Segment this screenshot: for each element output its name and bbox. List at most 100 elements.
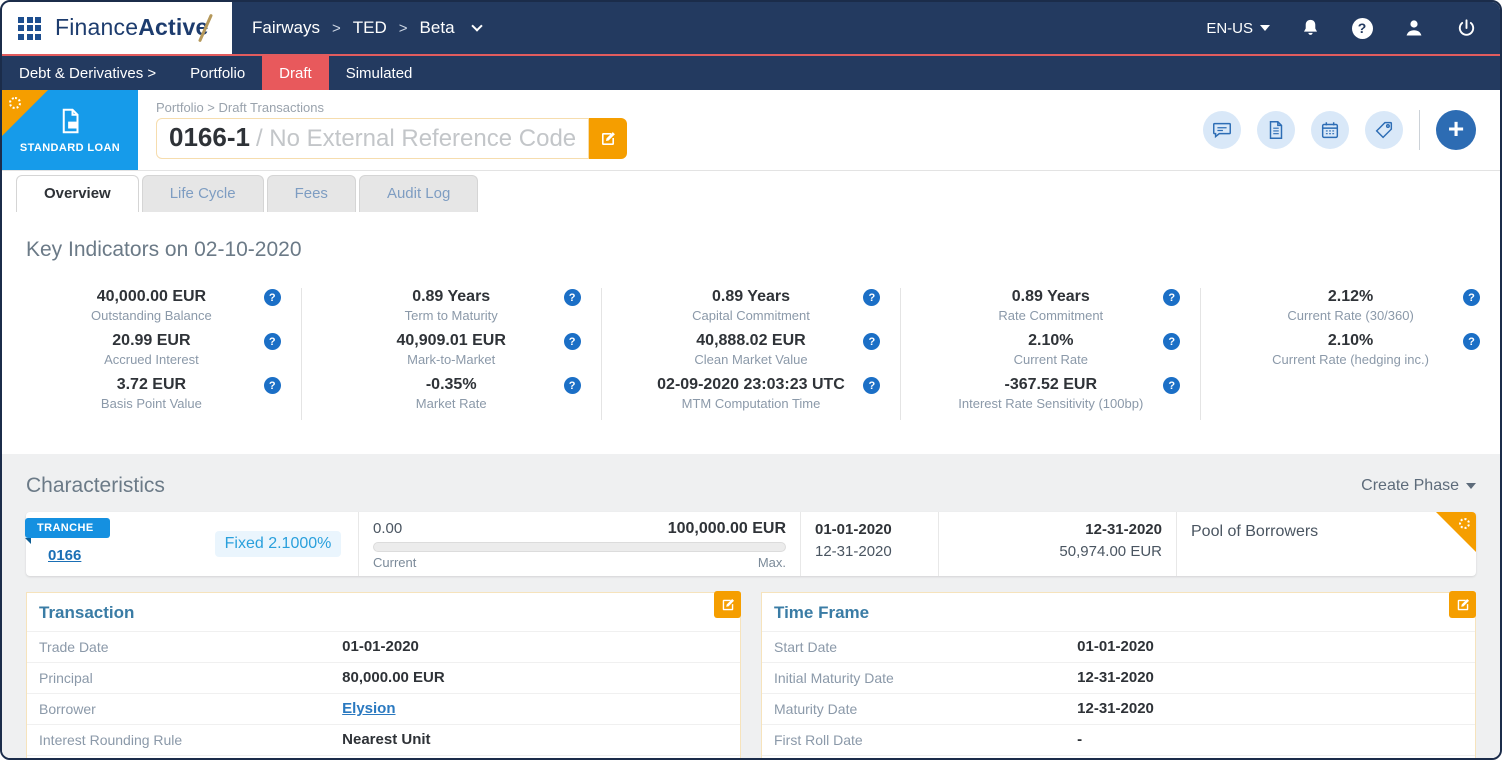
edit-title-button[interactable] [589, 118, 628, 159]
edit-time-frame-button[interactable] [1449, 591, 1476, 618]
help-icon[interactable] [1462, 333, 1480, 350]
top-bar: FinanceActive Fairways > TED > Beta EN-U… [2, 2, 1500, 56]
ki-column-3: 0.89 Years Capital Commitment 40,888.02 … [602, 288, 902, 420]
help-icon[interactable] [863, 377, 881, 394]
tranche-badge: TRANCHE [25, 518, 110, 544]
help-icon[interactable] [863, 333, 881, 350]
calendar-button[interactable] [1311, 111, 1349, 149]
table-row: Calendars Target [762, 755, 1475, 758]
help-icon[interactable] [563, 377, 581, 394]
ki-term-to-maturity: 0.89 Years Term to Maturity [310, 288, 593, 323]
create-phase-dropdown[interactable]: Create Phase [1361, 477, 1476, 495]
ki-current-rate-30-360: 2.12% Current Rate (30/360) [1209, 288, 1492, 323]
table-row: Borrower Elysion [27, 693, 740, 724]
module-nav: Debt & Derivatives > Portfolio Draft Sim… [2, 56, 1500, 90]
current-label: Current [373, 555, 417, 570]
tranche-start-date: 01-01-2020 [815, 521, 892, 538]
breadcrumb-beta[interactable]: Beta [420, 18, 455, 38]
documents-button[interactable] [1257, 111, 1295, 149]
ki-current-rate: 2.10% Current Rate [909, 332, 1192, 367]
logout-power-icon[interactable] [1454, 16, 1478, 40]
caret-down-icon [1466, 483, 1476, 489]
ki-interest-rate-sensitivity: -367.52 EUR Interest Rate Sensitivity (1… [909, 376, 1192, 411]
calendar-icon [1321, 122, 1339, 139]
tranche-rate-cell: Fixed 2.1000% [198, 512, 358, 576]
nav-item-simulated[interactable]: Simulated [329, 56, 430, 90]
table-row: First Roll Date - [762, 724, 1475, 755]
help-icon[interactable] [563, 333, 581, 350]
max-amount: 100,000.00 EUR [667, 520, 786, 537]
caret-down-icon [1260, 25, 1270, 31]
title-box: 0166-1 / No External Reference Code [156, 118, 590, 159]
title-block: Portfolio > Draft Transactions 0166-1 / … [138, 90, 628, 170]
help-icon[interactable] [1462, 289, 1480, 306]
breadcrumb-separator: > [398, 19, 408, 37]
ki-mtm-computation-time: 02-09-2020 23:03:23 UTC MTM Computation … [610, 376, 893, 411]
tranche-id-link[interactable]: 0166 [48, 547, 198, 564]
loan-document-icon [62, 108, 79, 134]
ki-column-4: 0.89 Years Rate Commitment 2.10% Current… [901, 288, 1202, 420]
eu-flag-icon [9, 97, 21, 109]
document-icon [1269, 121, 1283, 139]
user-account-icon[interactable] [1402, 16, 1426, 40]
language-selector[interactable]: EN-US [1206, 20, 1270, 37]
nav-item-portfolio[interactable]: Portfolio [173, 56, 262, 90]
fixed-rate-pill: Fixed 2.1000% [214, 531, 342, 557]
edit-icon [722, 598, 734, 610]
ki-outstanding-balance: 40,000.00 EUR Outstanding Balance [10, 288, 293, 323]
breadcrumb-ted[interactable]: TED [353, 18, 387, 38]
ki-column-1: 40,000.00 EUR Outstanding Balance 20.99 … [2, 288, 302, 420]
nav-item-debt-derivatives[interactable]: Debt & Derivatives > [2, 56, 173, 90]
table-row: Initial Maturity Date 12-31-2020 [762, 662, 1475, 693]
corner-flag [2, 90, 48, 136]
ki-current-rate-hedging: 2.10% Current Rate (hedging inc.) [1209, 332, 1492, 367]
tranche-maturity-date: 12-31-2020 [1085, 521, 1162, 538]
borrower-link[interactable]: Elysion [342, 700, 395, 717]
page-breadcrumb: Portfolio > Draft Transactions [156, 100, 324, 115]
help-icon[interactable] [263, 333, 281, 350]
add-button[interactable] [1436, 110, 1476, 150]
tranche-id-cell: TRANCHE 0166 [25, 512, 198, 576]
tab-life-cycle[interactable]: Life Cycle [141, 175, 264, 212]
edit-icon [602, 131, 616, 145]
key-indicators-title: Key Indicators on 02-10-2020 [26, 238, 302, 261]
comments-button[interactable] [1203, 111, 1241, 149]
tranche-borrower-cell: Pool of Borrowers [1176, 512, 1476, 576]
help-icon[interactable] [863, 289, 881, 306]
breadcrumb-fairways[interactable]: Fairways [252, 18, 320, 38]
tab-fees[interactable]: Fees [266, 175, 356, 212]
chevron-down-icon[interactable] [470, 20, 483, 32]
tranche-maturity-cell: 12-31-2020 50,974.00 EUR [938, 512, 1176, 576]
app-launcher-icon[interactable] [18, 16, 41, 40]
help-icon[interactable] [1350, 16, 1374, 40]
transaction-title: Transaction [39, 603, 135, 622]
transaction-id: 0166-1 [169, 122, 250, 152]
nav-item-draft[interactable]: Draft [262, 56, 329, 90]
brand-logo: FinanceActive [55, 13, 214, 43]
help-icon[interactable] [1163, 377, 1181, 394]
help-icon[interactable] [1163, 289, 1181, 306]
table-row: Start Date 01-01-2020 [762, 631, 1475, 662]
ki-clean-market-value: 40,888.02 EUR Clean Market Value [610, 332, 893, 367]
tab-audit-log[interactable]: Audit Log [358, 175, 479, 212]
tranche-utilization-cell: 0.00 100,000.00 EUR Current Max. [358, 512, 800, 576]
notifications-bell-icon[interactable] [1298, 16, 1322, 40]
utilization-progress-bar [373, 542, 786, 552]
table-row: Trade Date 01-01-2020 [27, 631, 740, 662]
time-frame-card: Time Frame Start Date 01-01-2020 Initial… [761, 591, 1476, 758]
tab-overview[interactable]: Overview [16, 175, 139, 212]
divider [1419, 110, 1420, 150]
tranche-end-date: 12-31-2020 [815, 543, 892, 560]
edit-transaction-button[interactable] [714, 591, 741, 618]
ki-column-2: 0.89 Years Term to Maturity 40,909.01 EU… [302, 288, 602, 420]
table-row: Principal Rounding Rule Nearest Unit [27, 755, 740, 758]
ki-rate-commitment: 0.89 Years Rate Commitment [909, 288, 1192, 323]
help-icon[interactable] [563, 289, 581, 306]
help-icon[interactable] [1163, 333, 1181, 350]
help-icon[interactable] [263, 289, 281, 306]
transaction-card: Transaction Trade Date 01-01-2020 Princi… [26, 591, 741, 758]
instrument-type-badge: STANDARD LOAN [2, 90, 138, 170]
characteristics-title: Characteristics [26, 474, 165, 497]
tags-button[interactable] [1365, 111, 1403, 149]
help-icon[interactable] [263, 377, 281, 394]
